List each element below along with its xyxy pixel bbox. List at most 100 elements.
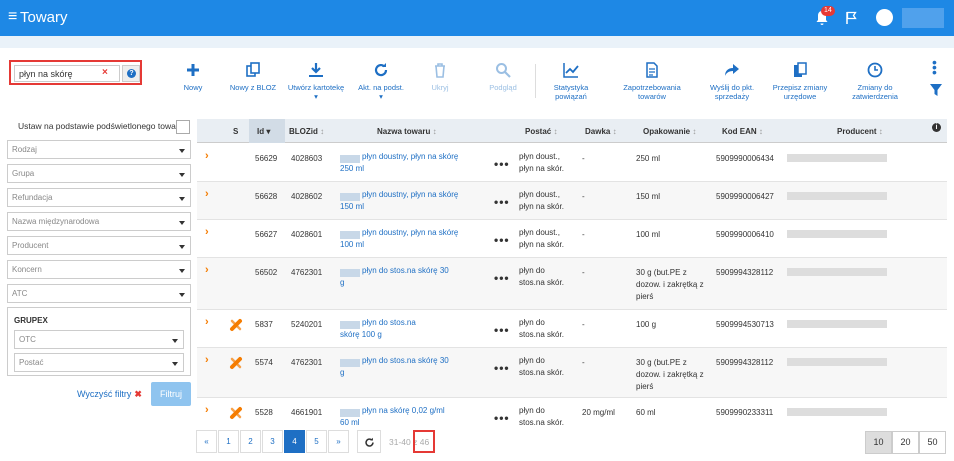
row-name-line2[interactable]: 250 ml	[340, 163, 364, 175]
user-avatar[interactable]	[876, 9, 893, 26]
concern-select[interactable]: Koncern	[7, 260, 191, 279]
table-row[interactable]: › 56627 4028601 płyn doustny, płyn na skórę…	[197, 220, 947, 258]
col-s[interactable]: S	[233, 127, 238, 136]
page-size-50[interactable]: 50	[919, 431, 946, 454]
col-id[interactable]: Id ▾	[249, 119, 285, 143]
col-form[interactable]: Postać	[525, 127, 557, 136]
document-icon	[646, 62, 658, 78]
new-button[interactable]: Nowy	[180, 62, 206, 92]
page-5[interactable]: 5	[306, 430, 327, 453]
stats-button[interactable]: Statystyka powiązań	[548, 62, 594, 101]
clear-search-icon[interactable]: ×	[102, 67, 108, 78]
header-band	[0, 36, 954, 48]
update-basis-button[interactable]: Akt. na podst. ▾	[355, 62, 407, 101]
expand-row-icon[interactable]: ›	[205, 316, 209, 328]
expand-row-icon[interactable]: ›	[205, 188, 209, 200]
producer-select[interactable]: Producent	[7, 236, 191, 255]
row-more-icon[interactable]: •••	[494, 234, 510, 246]
menu-icon[interactable]: ≡	[8, 9, 17, 25]
page-next[interactable]: »	[328, 430, 349, 453]
row-more-icon[interactable]: •••	[494, 362, 510, 374]
refundacja-placeholder: Refundacja	[12, 193, 53, 202]
row-more-icon[interactable]: •••	[494, 324, 510, 336]
filter-funnel-icon[interactable]	[930, 84, 942, 96]
page-prev[interactable]: «	[196, 430, 217, 453]
col-producer[interactable]: Producent	[837, 127, 883, 136]
table-row[interactable]: › 56502 4762301 płyn do stos.na skórę 30 g ••…	[197, 258, 947, 310]
row-bloz: 4661901	[291, 408, 323, 417]
page-1[interactable]: 1	[218, 430, 239, 453]
send-to-point-button[interactable]: Wyślij do pkt. sprzedaży	[706, 62, 758, 101]
row-more-icon[interactable]: •••	[494, 412, 510, 424]
hide-button[interactable]: Ukryj	[427, 62, 453, 92]
postac-select[interactable]: Postać	[14, 353, 184, 372]
col-package[interactable]: Opakowanie	[643, 127, 696, 136]
row-name[interactable]: płyn do stos.na	[362, 317, 416, 329]
table-row[interactable]: › 5574 4762301 płyn do stos.na skórę 30 g •••…	[197, 348, 947, 398]
filter-button[interactable]: Filtruj	[151, 382, 191, 406]
rodzaj-select[interactable]: Rodzaj	[7, 140, 191, 159]
grupa-select[interactable]: Grupa	[7, 164, 191, 183]
page-size-20[interactable]: 20	[892, 431, 919, 454]
row-form-line2: płyn na skór.	[519, 202, 564, 211]
otc-select[interactable]: OTC	[14, 330, 184, 349]
bandage-icon	[230, 407, 242, 419]
row-name-line2[interactable]: 60 ml	[340, 417, 360, 426]
preview-button[interactable]: Podgląd	[488, 62, 518, 92]
table-row[interactable]: › 5528 4661901 płyn na skórę 0,02 g/ml 60 ml…	[197, 398, 947, 426]
page-2[interactable]: 2	[240, 430, 261, 453]
col-dose[interactable]: Dawka	[585, 127, 617, 136]
row-form-line2: stos.na skór.	[519, 368, 564, 377]
refundacja-select[interactable]: Refundacja	[7, 188, 191, 207]
download-icon	[309, 63, 323, 77]
new-from-bloz-button[interactable]: Nowy z BLOZ	[228, 62, 278, 92]
page-3[interactable]: 3	[262, 430, 283, 453]
col-ean[interactable]: Kod EAN	[722, 127, 763, 136]
producer-blurred	[787, 230, 887, 238]
row-name-line2[interactable]: 150 ml	[340, 201, 364, 213]
col-blozid[interactable]: BLOZid	[289, 127, 324, 136]
international-name-select[interactable]: Nazwa międzynarodowa	[7, 212, 191, 231]
info-icon[interactable]: i	[932, 123, 941, 132]
col-name[interactable]: Nazwa towaru	[377, 127, 437, 136]
row-name[interactable]: płyn do stos.na skórę 30	[362, 265, 449, 277]
table-row[interactable]: › 56629 4028603 płyn doustny, płyn na skórę…	[197, 144, 947, 182]
row-name-line2[interactable]: g	[340, 367, 344, 379]
row-name[interactable]: płyn doustny, płyn na skórę	[362, 189, 458, 201]
page-size-10[interactable]: 10	[865, 431, 892, 454]
expand-row-icon[interactable]: ›	[205, 264, 209, 276]
row-name-line2[interactable]: skórę 100 g	[340, 329, 382, 341]
set-based-checkbox[interactable]	[176, 120, 190, 134]
row-more-icon[interactable]: •••	[494, 196, 510, 208]
clear-filters-link[interactable]: Wyczyść filtry ✖	[77, 389, 142, 400]
expand-row-icon[interactable]: ›	[205, 404, 209, 416]
chevron-down-icon	[179, 149, 185, 153]
expand-row-icon[interactable]: ›	[205, 354, 209, 366]
expand-row-icon[interactable]: ›	[205, 226, 209, 238]
row-name-line2[interactable]: g	[340, 277, 344, 289]
row-name-line2[interactable]: 100 ml	[340, 239, 364, 251]
row-more-icon[interactable]: •••	[494, 272, 510, 284]
row-more-icon[interactable]: •••	[494, 158, 510, 170]
row-name[interactable]: płyn na skórę 0,02 g/ml	[362, 405, 445, 417]
chevron-down-icon	[179, 293, 185, 297]
more-options-icon[interactable]: • • •	[932, 55, 938, 79]
user-name-blurred[interactable]	[902, 8, 944, 28]
row-name[interactable]: płyn doustny, płyn na skórę	[362, 227, 458, 239]
refresh-button[interactable]	[357, 430, 381, 453]
row-id: 56502	[255, 268, 278, 277]
table-row[interactable]: › 5837 5240201 płyn do stos.na skórę 100 g ••…	[197, 310, 947, 348]
expand-row-icon[interactable]: ›	[205, 150, 209, 162]
create-card-button[interactable]: Utwórz kartotekę ▾	[286, 62, 346, 101]
table-row[interactable]: › 56628 4028602 płyn doustny, płyn na skórę…	[197, 182, 947, 220]
flag-icon[interactable]	[846, 11, 858, 25]
rewrite-office-button[interactable]: Przepisz zmiany urzędowe	[772, 62, 828, 101]
demand-button[interactable]: Zapotrzebowania towarów	[609, 62, 695, 101]
search-help-button[interactable]: ?	[122, 65, 140, 82]
approve-changes-button[interactable]: Zmiany do zatwierdzenia	[848, 62, 902, 101]
row-name[interactable]: płyn doustny, płyn na skórę	[362, 151, 458, 163]
atc-select[interactable]: ATC	[7, 284, 191, 303]
producer-blurred	[787, 320, 887, 328]
page-4[interactable]: 4	[284, 430, 305, 453]
row-name[interactable]: płyn do stos.na skórę 30	[362, 355, 449, 367]
